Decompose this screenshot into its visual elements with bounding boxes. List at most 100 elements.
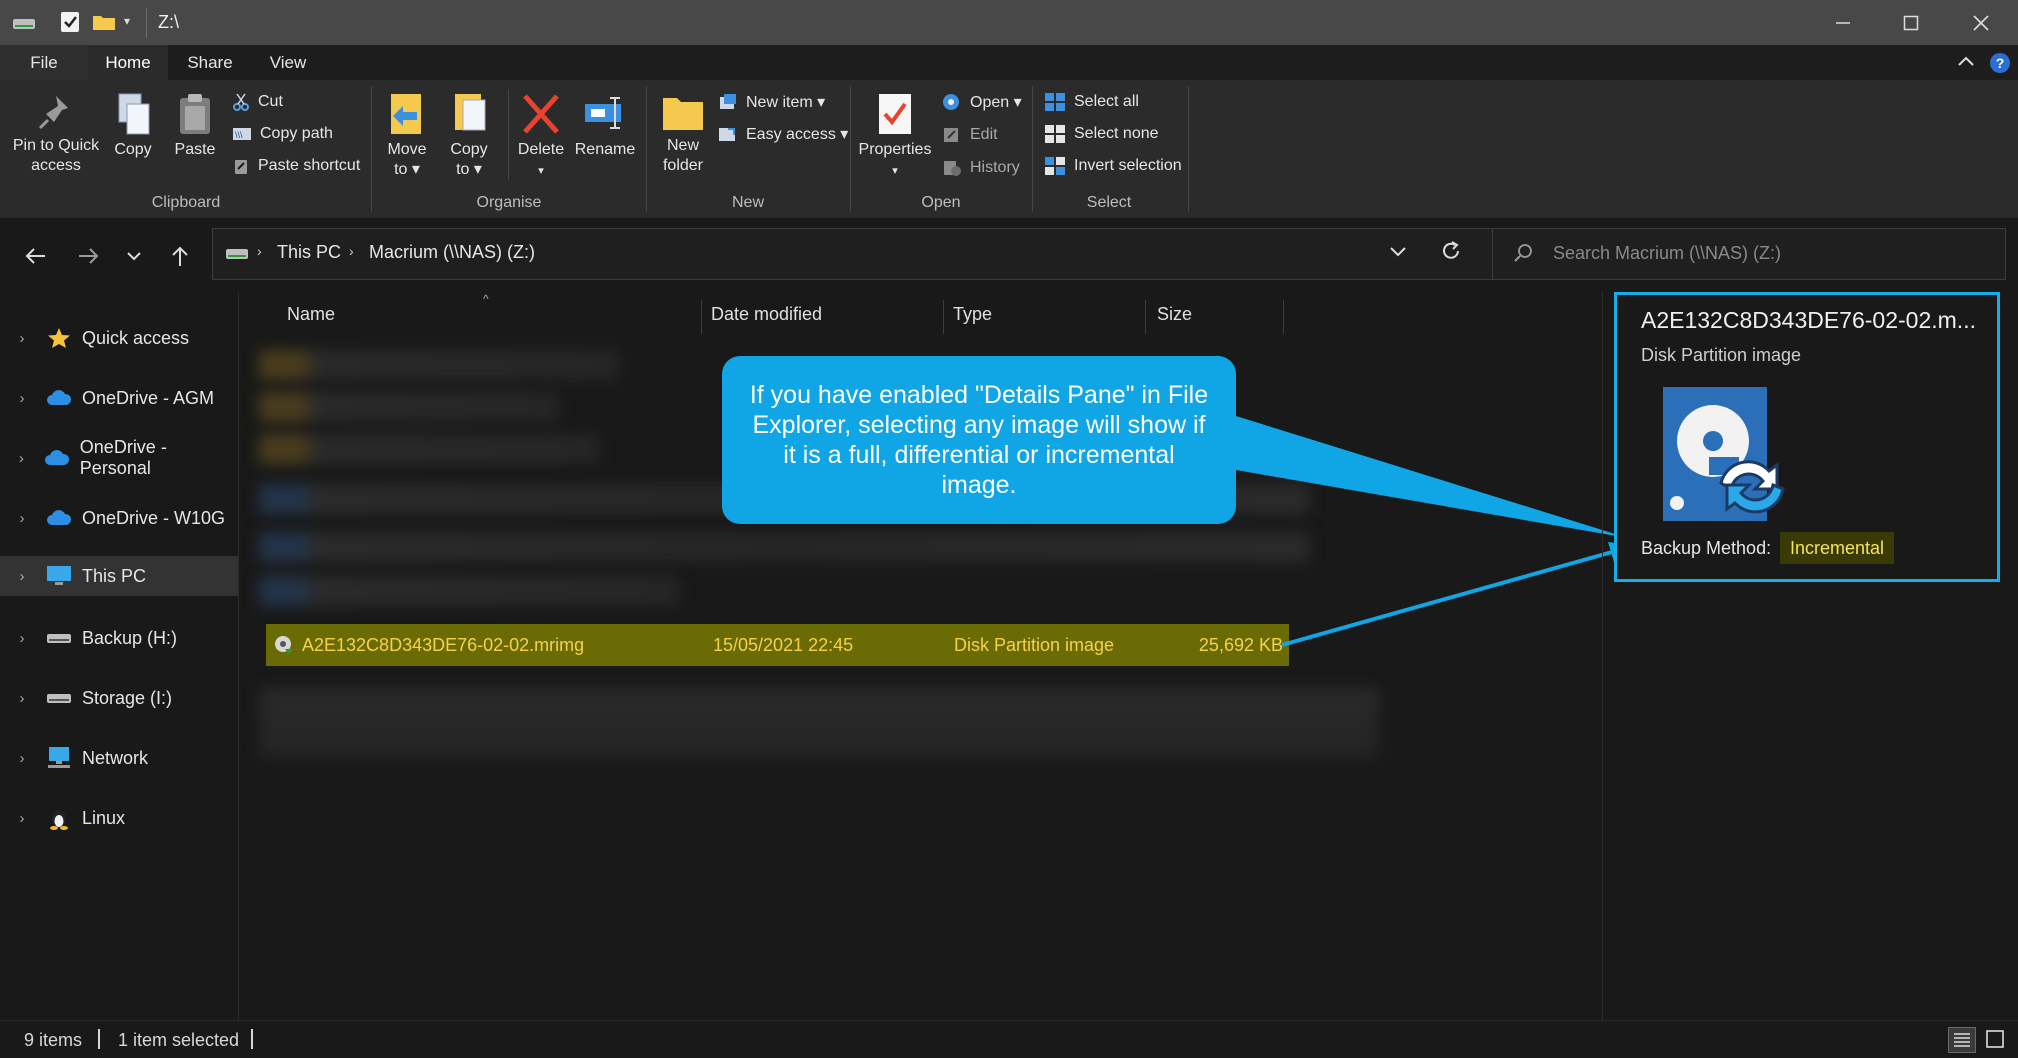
pin-to-quick-access-button[interactable]: Pin to Quick access: [8, 92, 104, 176]
title-divider: [146, 8, 147, 38]
maximize-icon: [1903, 15, 1919, 30]
details-view-icon: [1954, 1033, 1970, 1047]
nav-item-label: Quick access: [82, 327, 190, 348]
nav-item-this-pc[interactable]: › This PC: [0, 556, 238, 596]
tab-home[interactable]: Home: [88, 45, 168, 80]
maximize-button[interactable]: [1881, 0, 1941, 45]
delete-button[interactable]: Delete ▾: [515, 92, 567, 181]
details-pane: A2E132C8D343DE76-02-02.m... Disk Partiti…: [1614, 292, 2000, 582]
paste-button[interactable]: Paste: [170, 92, 220, 160]
chevron-down-icon: [127, 252, 141, 261]
annotation-callout: If you have enabled "Details Pane" in Fi…: [722, 356, 1236, 524]
delete-dropdown-chevron-icon[interactable]: ▾: [538, 165, 544, 177]
up-button[interactable]: [162, 238, 198, 274]
tab-view[interactable]: View: [250, 45, 326, 80]
rename-icon: [585, 97, 621, 129]
expand-chevron-icon[interactable]: ›: [0, 330, 44, 347]
disk-image-icon: [1663, 387, 1785, 521]
help-icon[interactable]: ?: [1990, 53, 2010, 73]
select-none-button[interactable]: Select none: [1044, 120, 1159, 148]
arrow-left-icon: [25, 248, 45, 264]
copy-to-button[interactable]: Copy to ▾: [444, 92, 494, 180]
nav-item-onedrive-agm[interactable]: › OneDrive - AGM: [0, 378, 238, 418]
address-bar[interactable]: › This PC › Macrium (\\NAS) (Z:): [212, 228, 1494, 280]
blurred-file-row[interactable]: [259, 434, 599, 464]
expand-chevron-icon[interactable]: ›: [0, 690, 44, 707]
rename-button[interactable]: Rename: [574, 92, 636, 160]
column-divider[interactable]: [1145, 300, 1146, 334]
cloud-icon: [47, 390, 72, 405]
column-divider[interactable]: [701, 300, 702, 334]
expand-chevron-icon[interactable]: ›: [0, 630, 44, 647]
nav-item-storage-i[interactable]: › Storage (I:): [0, 678, 238, 718]
breadcrumb-separator-icon[interactable]: ›: [257, 243, 262, 259]
collapse-ribbon-chevron-icon[interactable]: [1956, 51, 1976, 76]
expand-chevron-icon[interactable]: ›: [0, 450, 43, 467]
column-divider[interactable]: [943, 300, 944, 334]
breadcrumb-separator-icon[interactable]: ›: [349, 243, 354, 259]
back-button[interactable]: [18, 238, 54, 274]
open-button[interactable]: Open ▾: [942, 88, 1022, 116]
macrium-image-file-icon: [275, 636, 293, 654]
customize-toolbar-chevron-icon[interactable]: ▾: [124, 14, 130, 28]
select-all-button[interactable]: Select all: [1044, 88, 1139, 116]
invert-selection-button[interactable]: Invert selection: [1044, 152, 1182, 180]
details-view-button[interactable]: [1948, 1027, 1976, 1053]
nav-item-backup-h[interactable]: › Backup (H:): [0, 618, 238, 658]
properties-dropdown-chevron-icon[interactable]: ▾: [892, 165, 898, 177]
selected-file-row[interactable]: A2E132C8D343DE76-02-02.mrimg 15/05/2021 …: [266, 624, 1289, 666]
column-divider[interactable]: [1283, 300, 1284, 334]
tab-share[interactable]: Share: [172, 45, 248, 80]
details-backup-method-value[interactable]: Incremental: [1780, 532, 1895, 564]
expand-chevron-icon[interactable]: ›: [0, 810, 44, 827]
status-bar: 9 items 1 item selected: [0, 1020, 2018, 1058]
column-header-date-modified[interactable]: Date modified: [711, 292, 822, 336]
properties-checkbox-icon[interactable]: [60, 11, 80, 33]
large-icons-view-button[interactable]: [1982, 1027, 2010, 1053]
forward-button[interactable]: [70, 238, 106, 274]
blurred-file-row[interactable]: [259, 532, 1309, 562]
new-item-button[interactable]: New item ▾: [718, 88, 825, 116]
blurred-file-row[interactable]: [259, 688, 1379, 758]
status-divider: [98, 1029, 100, 1049]
history-label: History: [970, 159, 1020, 176]
copy-path-button[interactable]: \\\ Copy path: [232, 120, 333, 148]
nav-item-onedrive-w10g[interactable]: › OneDrive - W10G: [0, 498, 238, 538]
blurred-file-row[interactable]: [259, 350, 619, 380]
breadcrumb-macrium[interactable]: Macrium (\\NAS) (Z:): [369, 242, 535, 263]
search-box[interactable]: Search Macrium (\\NAS) (Z:): [1492, 228, 2006, 280]
expand-chevron-icon[interactable]: ›: [0, 510, 44, 527]
copy-button[interactable]: Copy: [108, 92, 158, 160]
properties-button[interactable]: Properties ▾: [858, 92, 932, 181]
column-header-size[interactable]: Size: [1157, 292, 1192, 336]
tab-file[interactable]: File: [0, 45, 88, 80]
expand-chevron-icon[interactable]: ›: [0, 568, 44, 585]
address-dropdown-button[interactable]: [1389, 243, 1407, 264]
new-folder-button[interactable]: New folder: [656, 92, 710, 176]
blurred-file-row[interactable]: [259, 392, 559, 422]
column-header-name[interactable]: Name: [287, 292, 335, 336]
paste-shortcut-button[interactable]: Paste shortcut: [232, 152, 360, 180]
details-pane-divider[interactable]: [1602, 292, 1603, 1020]
nav-item-linux[interactable]: › Linux: [0, 798, 238, 838]
breadcrumb-this-pc[interactable]: This PC: [277, 242, 341, 263]
edit-button[interactable]: Edit: [942, 121, 998, 149]
blurred-file-row[interactable]: [259, 576, 679, 606]
history-button[interactable]: History: [942, 154, 1020, 182]
easy-access-label: Easy access ▾: [746, 126, 849, 143]
minimize-button[interactable]: [1813, 0, 1873, 45]
expand-chevron-icon[interactable]: ›: [0, 750, 44, 767]
move-to-button[interactable]: Move to ▾: [382, 92, 432, 180]
new-folder-quick-icon[interactable]: [92, 13, 116, 31]
close-button[interactable]: [1951, 0, 2011, 45]
pin-icon: [38, 96, 68, 130]
recent-locations-button[interactable]: [116, 238, 152, 274]
refresh-button[interactable]: [1439, 239, 1463, 268]
nav-item-onedrive-personal[interactable]: › OneDrive - Personal: [0, 437, 238, 478]
nav-item-network[interactable]: › Network: [0, 738, 238, 778]
column-header-type[interactable]: Type: [953, 292, 992, 336]
cut-button[interactable]: Cut: [232, 88, 283, 116]
nav-item-quick-access[interactable]: › Quick access: [0, 318, 238, 358]
easy-access-button[interactable]: Easy access ▾: [718, 120, 848, 148]
expand-chevron-icon[interactable]: ›: [0, 390, 44, 407]
